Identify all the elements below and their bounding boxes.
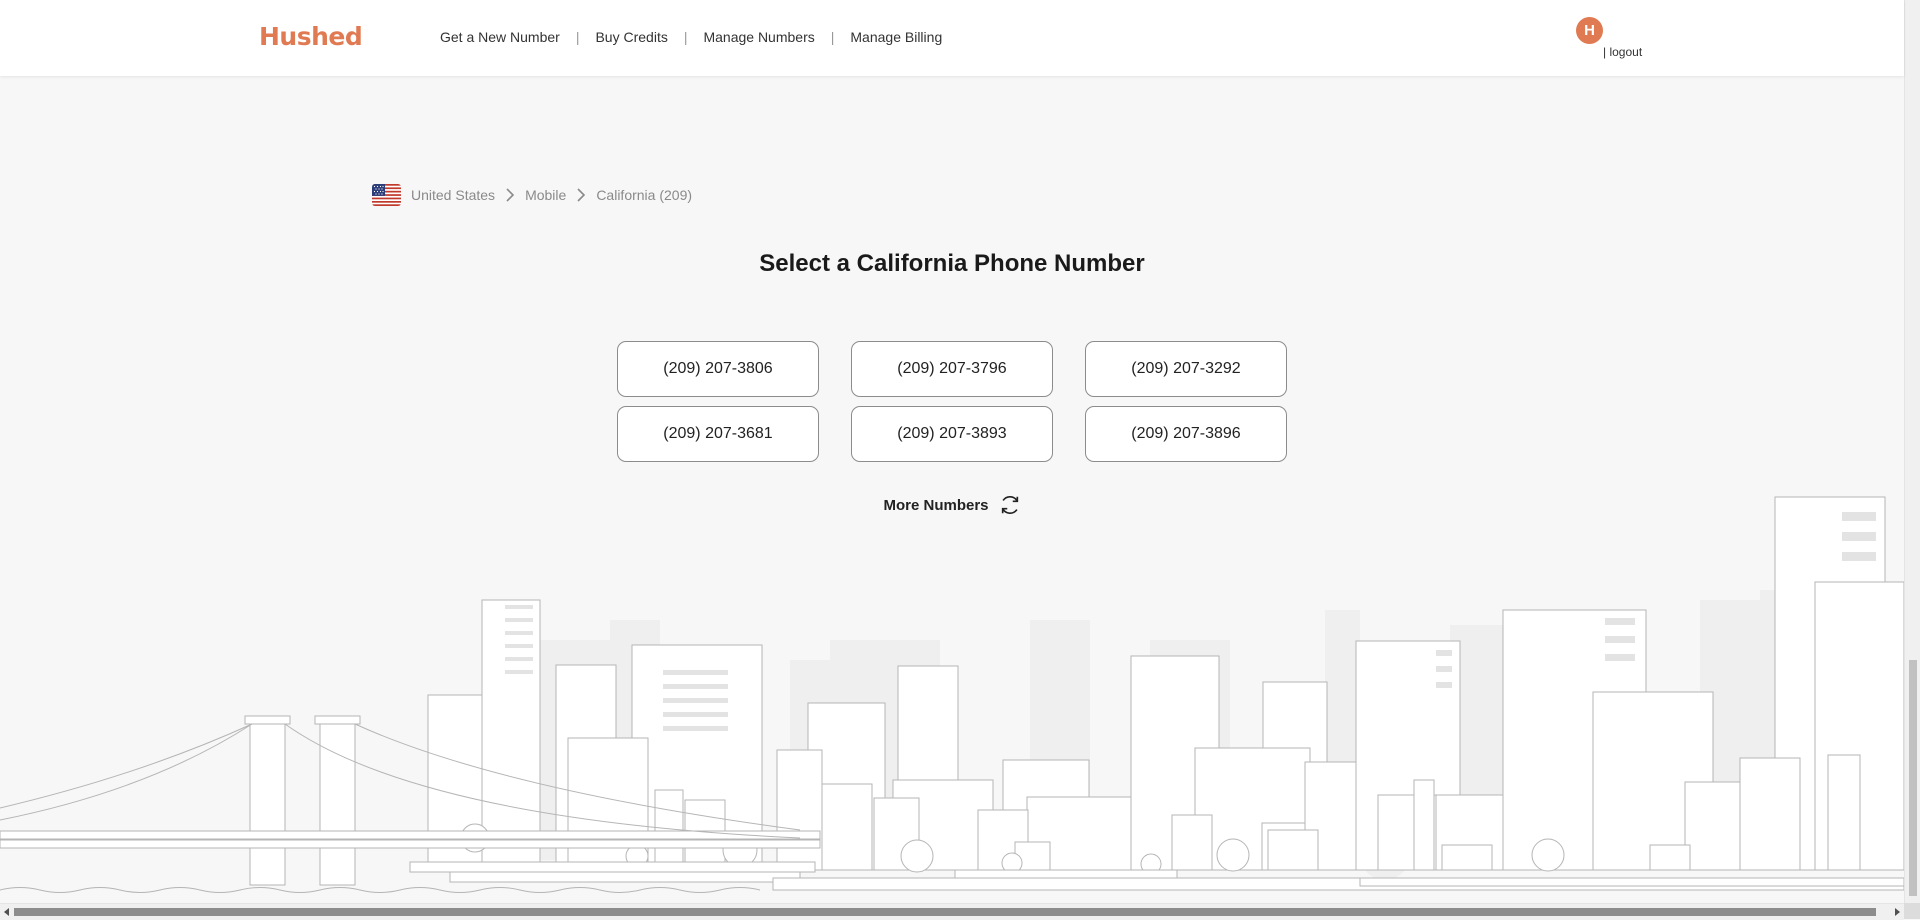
user-avatar[interactable]: H bbox=[1576, 17, 1603, 44]
nav-manage-billing[interactable]: Manage Billing bbox=[850, 29, 942, 45]
nav-manage-numbers[interactable]: Manage Numbers bbox=[703, 29, 814, 45]
nav-separator: | bbox=[575, 29, 580, 45]
number-grid: (209) 207-3806 (209) 207-3796 (209) 207-… bbox=[617, 341, 1287, 462]
hushed-logo[interactable]: Hushed bbox=[259, 22, 363, 51]
nav-get-new-number[interactable]: Get a New Number bbox=[440, 29, 560, 45]
breadcrumb-region: California (209) bbox=[596, 187, 693, 203]
phone-number-option[interactable]: (209) 207-3681 bbox=[617, 406, 819, 462]
nav-buy-credits[interactable]: Buy Credits bbox=[595, 29, 667, 45]
horizontal-scrollbar[interactable] bbox=[0, 903, 1904, 920]
nav-separator: | bbox=[683, 29, 688, 45]
us-flag-icon bbox=[372, 184, 401, 206]
phone-number-option[interactable]: (209) 207-3896 bbox=[1085, 406, 1287, 462]
phone-number-option[interactable]: (209) 207-3796 bbox=[851, 341, 1053, 397]
phone-number-option[interactable]: (209) 207-3806 bbox=[617, 341, 819, 397]
breadcrumb-country[interactable]: United States bbox=[411, 187, 495, 203]
scroll-left-icon[interactable] bbox=[3, 908, 11, 916]
nav-separator: | bbox=[830, 29, 835, 45]
breadcrumb-type[interactable]: Mobile bbox=[525, 187, 566, 203]
city-skyline-illustration bbox=[0, 496, 1904, 893]
vertical-scrollbar-thumb[interactable] bbox=[1909, 660, 1917, 896]
chevron-right-icon bbox=[576, 187, 586, 203]
page-title: Select a California Phone Number bbox=[759, 250, 1145, 277]
phone-number-option[interactable]: (209) 207-3893 bbox=[851, 406, 1053, 462]
top-header: Hushed Get a New Number | Buy Credits | … bbox=[0, 0, 1904, 76]
chevron-right-icon bbox=[505, 187, 515, 203]
logout-link[interactable]: | logout bbox=[1603, 45, 1642, 59]
horizontal-scrollbar-thumb[interactable] bbox=[14, 908, 1876, 916]
main-nav: Get a New Number | Buy Credits | Manage … bbox=[440, 29, 942, 45]
scrollbar-corner bbox=[1904, 903, 1920, 919]
scroll-right-icon[interactable] bbox=[1893, 908, 1901, 916]
vertical-scrollbar[interactable] bbox=[1904, 0, 1920, 903]
phone-number-option[interactable]: (209) 207-3292 bbox=[1085, 341, 1287, 397]
breadcrumb: United States Mobile California (209) bbox=[372, 184, 692, 206]
